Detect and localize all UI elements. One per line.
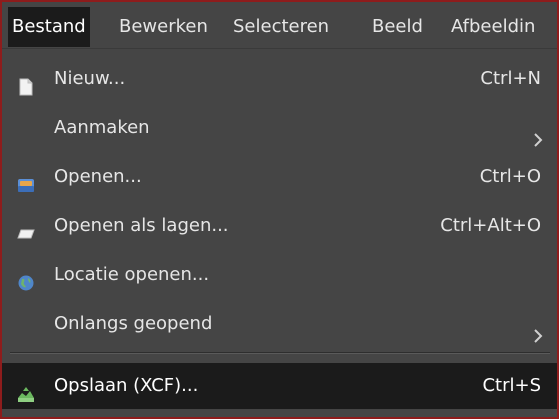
- menu-item-label: Openen...: [54, 166, 142, 187]
- chevron-right-icon: [533, 316, 543, 343]
- chevron-right-icon: [533, 120, 543, 147]
- menu-item-label: Nieuw...: [54, 68, 126, 89]
- menu-item-open-as-layers[interactable]: Openen als lagen... Ctrl+Alt+O: [2, 203, 557, 249]
- menu-item-label: Opslaan (XCF)...: [54, 375, 199, 396]
- menu-item-label: Onlangs geopend: [54, 313, 213, 334]
- menu-separator: [10, 352, 550, 354]
- menu-item-shortcut: Ctrl+S: [482, 375, 541, 396]
- save-icon: [16, 376, 36, 402]
- menubar-item-bewerken[interactable]: Bewerken: [115, 7, 212, 47]
- menu-item-create[interactable]: Aanmaken: [2, 105, 557, 151]
- menu-item-open[interactable]: Openen... Ctrl+O: [2, 154, 557, 200]
- open-folder-icon: [16, 167, 36, 192]
- menu-item-shortcut: Ctrl+N: [480, 68, 541, 89]
- menubar: Bestand Bewerken Selecteren Beeld Afbeel…: [2, 2, 557, 49]
- menubar-item-bestand[interactable]: Bestand: [8, 7, 90, 47]
- menu-item-shortcut: Ctrl+O: [479, 166, 541, 187]
- menu-item-recent[interactable]: Onlangs geopend: [2, 301, 557, 347]
- menubar-item-afbeelding[interactable]: Afbeeldin: [447, 7, 539, 47]
- new-image-icon: [16, 69, 36, 96]
- menubar-item-beeld[interactable]: Beeld: [368, 7, 427, 47]
- menu-item-new[interactable]: Nieuw... Ctrl+N: [2, 56, 557, 102]
- menubar-item-selecteren[interactable]: Selecteren: [229, 7, 333, 47]
- file-menu: Nieuw... Ctrl+N Aanmaken Openen... Ctrl+…: [2, 49, 557, 417]
- menu-item-shortcut: Ctrl+Alt+O: [440, 215, 541, 236]
- gimp-window-frame: Bestand Bewerken Selecteren Beeld Afbeel…: [0, 0, 559, 419]
- menu-item-save[interactable]: Opslaan (XCF)... Ctrl+S: [2, 363, 557, 409]
- open-as-layers-icon: [16, 216, 36, 239]
- menu-item-label: Aanmaken: [54, 117, 150, 138]
- menu-item-label: Openen als lagen...: [54, 215, 229, 236]
- menu-item-open-location[interactable]: Locatie openen...: [2, 252, 557, 298]
- menu-item-label: Locatie openen...: [54, 264, 210, 285]
- globe-icon: [16, 265, 36, 291]
